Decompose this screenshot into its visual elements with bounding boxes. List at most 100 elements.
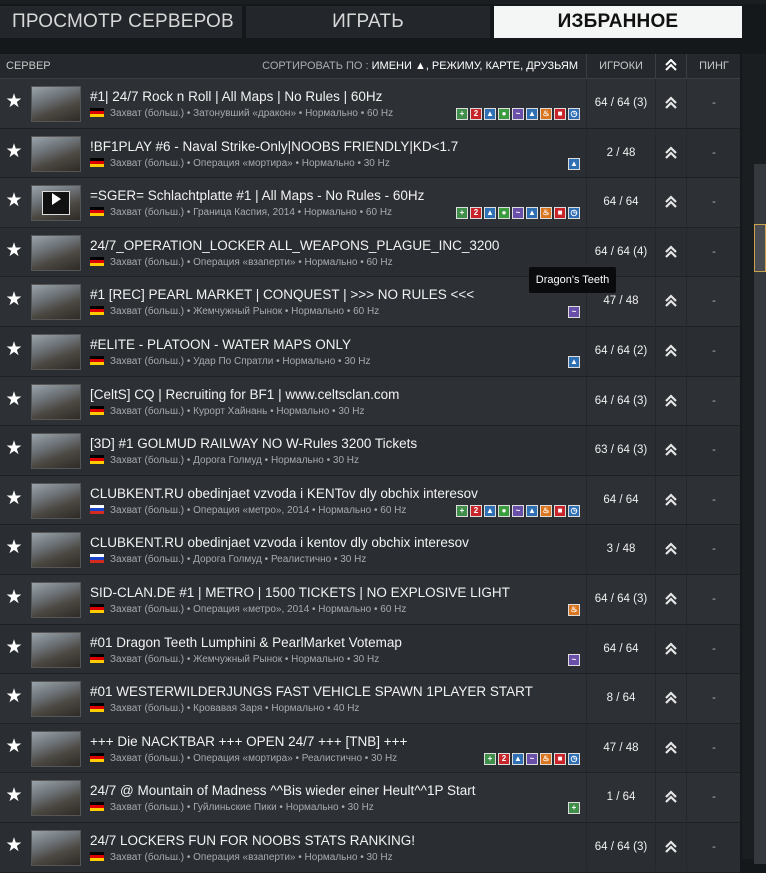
blue-ship-icon: ▲ bbox=[512, 752, 524, 765]
blue-clock-icon: ◷ bbox=[568, 108, 580, 120]
server-tags: +2 ▲ ● ~ ▲ ♨ ■ ◷ bbox=[454, 108, 580, 120]
rank-icon bbox=[665, 96, 677, 109]
flag-icon bbox=[90, 851, 104, 861]
map-thumbnail bbox=[31, 383, 81, 420]
server-info: Захват (больш.) • Дорога Голмуд • Нормал… bbox=[110, 455, 360, 467]
ping-value: - bbox=[686, 426, 741, 475]
server-row[interactable]: ★ =SGER= Schlachtplatte #1 | All Maps - N… bbox=[0, 178, 740, 228]
flag-icon bbox=[90, 157, 104, 167]
side-panel bbox=[742, 54, 766, 864]
column-rank[interactable] bbox=[655, 54, 686, 78]
tab-favorites[interactable]: ИЗБРАННОЕ bbox=[494, 6, 742, 38]
player-count: 64 / 64 bbox=[586, 475, 655, 524]
blue-mountain-icon: ▲ bbox=[568, 157, 580, 170]
server-row[interactable]: ★ #1| 24/7 Rock n Roll | All Maps | No Ru… bbox=[0, 79, 740, 129]
server-row[interactable]: ★ !BF1PLAY #6 - Naval Strike-Only|NOOBS F… bbox=[0, 128, 741, 179]
sort-options[interactable]: ИМЕНИ ▲, РЕЖИМУ, КАРТЕ, ДРУЗЬЯМ bbox=[372, 60, 578, 72]
favorite-star-icon[interactable]: ★ bbox=[4, 538, 24, 558]
server-details: Захват (больш.) • Жемчужный Рынок • Норм… bbox=[90, 653, 379, 665]
favorite-star-icon[interactable]: ★ bbox=[4, 587, 24, 608]
favorite-star-icon[interactable]: ★ bbox=[4, 92, 24, 112]
rank-cell bbox=[655, 723, 686, 772]
server-row[interactable]: ★ CLUBKENT.RU obedinjaet vzvoda i KENTov … bbox=[0, 475, 741, 526]
favorite-star-icon[interactable]: ★ bbox=[4, 439, 24, 459]
rank-icon bbox=[665, 245, 677, 258]
purple-wave-icon: ~ bbox=[568, 653, 580, 666]
server-details: Захват (больш.) • Гуйлиньские Пики • Нор… bbox=[90, 802, 374, 813]
favorite-star-icon[interactable]: ★ bbox=[4, 240, 24, 261]
favorite-star-icon[interactable]: ★ bbox=[4, 389, 24, 410]
favorite-star-icon[interactable]: ★ bbox=[4, 835, 24, 856]
tooltip: Dragon's Teeth bbox=[529, 267, 616, 293]
favorite-star-icon[interactable]: ★ bbox=[4, 488, 24, 509]
tab-browse-servers[interactable]: ПРОСМОТР СЕРВЕРОВ bbox=[0, 6, 242, 38]
ping-value: - bbox=[686, 525, 741, 574]
favorite-star-icon[interactable]: ★ bbox=[4, 786, 24, 806]
rank-icon bbox=[665, 146, 677, 159]
server-row[interactable]: ★ CLUBKENT.RU obedinjaet vzvoda i kentov … bbox=[0, 525, 740, 575]
server-details: Захват (больш.) • Курорт Хайнань • Норма… bbox=[90, 405, 364, 417]
server-row[interactable]: ★ SID-CLAN.DE #1 | METRO | 1500 TICKETS |… bbox=[0, 574, 740, 625]
ping-value: - bbox=[686, 128, 741, 177]
server-row[interactable]: ★ 24/7 LOCKERS FUN FOR NOOBS STATS RANKIN… bbox=[0, 822, 740, 873]
rank-cell bbox=[655, 326, 686, 375]
player-count: 2 / 48 bbox=[586, 128, 655, 177]
favorite-star-icon[interactable]: ★ bbox=[4, 141, 24, 162]
red-2-icon: 2 bbox=[470, 108, 482, 120]
server-name: CLUBKENT.RU obedinjaet vzvoda i kentov d… bbox=[90, 535, 469, 551]
server-info: Захват (больш.) • Операция «взаперти» • … bbox=[110, 256, 393, 268]
rank-cell bbox=[655, 624, 686, 673]
rank-cell bbox=[655, 79, 686, 127]
flag-icon bbox=[90, 306, 104, 316]
server-name: CLUBKENT.RU obedinjaet vzvoda i KENTov d… bbox=[90, 485, 478, 501]
server-name: =SGER= Schlachtplatte #1 | All Maps - No… bbox=[90, 188, 425, 204]
server-row[interactable]: ★ 24/7_OPERATION_LOCKER ALL_WEAPONS_PLAGU… bbox=[0, 227, 740, 278]
map-thumbnail bbox=[31, 631, 81, 668]
server-info: Захват (больш.) • Операция «метро», 2014… bbox=[110, 504, 407, 516]
column-ping[interactable]: ПИНГ bbox=[686, 54, 741, 78]
server-name: [3D] #1 GOLMUD RAILWAY NO W-Rules 3200 T… bbox=[90, 436, 418, 452]
server-name: #01 Dragon Teeth Lumphini & PearlMarket … bbox=[90, 634, 402, 650]
map-thumbnail bbox=[31, 284, 81, 321]
server-name: #1 [REC] PEARL MARKET | CONQUEST | >>> N… bbox=[90, 287, 475, 303]
favorite-star-icon[interactable]: ★ bbox=[4, 736, 24, 757]
side-panel-selected[interactable] bbox=[754, 224, 766, 272]
red-square-icon: ■ bbox=[554, 752, 566, 765]
server-row[interactable]: ★ [CeltS] CQ | Recruiting for BF1 | www.c… bbox=[0, 376, 740, 427]
server-info: Захват (больш.) • Операция «мортира» • Р… bbox=[110, 752, 398, 764]
tab-play[interactable]: ИГРАТЬ bbox=[246, 6, 490, 38]
map-thumbnail bbox=[31, 135, 81, 172]
server-info: Захват (больш.) • Кровавая Заря • Нормал… bbox=[110, 703, 360, 715]
server-tags: ~ bbox=[566, 653, 580, 666]
favorite-star-icon[interactable]: ★ bbox=[4, 290, 24, 310]
column-server[interactable]: СЕРВЕР bbox=[6, 60, 51, 72]
server-row[interactable]: ★ 24/7 @ Mountain of Madness ^^Bis wieder… bbox=[0, 773, 740, 823]
column-players[interactable]: ИГРОКИ bbox=[586, 54, 655, 78]
rank-icon bbox=[665, 641, 677, 655]
red-square-icon: ■ bbox=[554, 504, 566, 517]
server-row[interactable]: ★ #ELITE - PLATOON - WATER MAPS ONLY Захва… bbox=[0, 326, 740, 377]
server-info: Захват (больш.) • Удар По Спратли • Норм… bbox=[110, 355, 371, 367]
favorite-star-icon[interactable]: ★ bbox=[4, 191, 24, 211]
map-thumbnail bbox=[31, 333, 81, 370]
server-row[interactable]: ★ #01 WESTERWILDERJUNGS FAST VEHICLE SPAW… bbox=[0, 674, 740, 724]
orange-fire-icon: ♨ bbox=[540, 207, 552, 220]
favorite-star-icon[interactable]: ★ bbox=[4, 339, 24, 360]
server-row[interactable]: ★ [3D] #1 GOLMUD RAILWAY NO W-Rules 3200 … bbox=[0, 426, 740, 476]
player-count: 64 / 64 (3) bbox=[586, 574, 655, 623]
server-row[interactable]: ★ #1 [REC] PEARL MARKET | CONQUEST | >>> … bbox=[0, 277, 740, 327]
player-count: 47 / 48 bbox=[586, 723, 655, 772]
favorite-star-icon[interactable]: ★ bbox=[4, 637, 24, 658]
green-circle-icon: ● bbox=[498, 108, 510, 120]
flag-icon bbox=[90, 355, 104, 365]
server-name: SID-CLAN.DE #1 | METRO | 1500 TICKETS | … bbox=[90, 584, 510, 600]
favorite-star-icon[interactable]: ★ bbox=[4, 687, 24, 707]
play-icon[interactable] bbox=[52, 193, 61, 206]
flag-icon bbox=[90, 455, 104, 465]
map-thumbnail bbox=[31, 482, 81, 519]
server-row[interactable]: ★ +++ Die NACKTBAR +++ OPEN 24/7 +++ [TNB… bbox=[0, 723, 740, 774]
server-tags: ♨ bbox=[566, 603, 580, 616]
ping-value: - bbox=[686, 475, 741, 524]
server-row[interactable]: ★ #01 Dragon Teeth Lumphini & PearlMarket… bbox=[0, 624, 740, 675]
rank-cell bbox=[655, 277, 686, 326]
